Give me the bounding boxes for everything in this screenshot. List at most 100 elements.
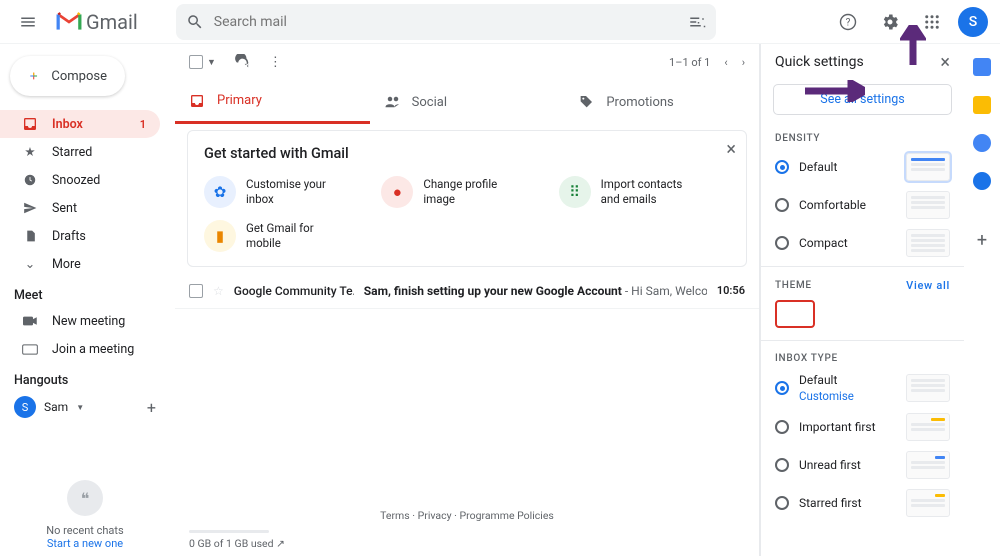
header-actions: ? S (832, 6, 988, 38)
tab-social[interactable]: Social (370, 80, 565, 124)
select-dropdown-icon[interactable]: ▼ (207, 57, 216, 68)
inbox-type-important[interactable]: Important first (761, 408, 964, 446)
density-thumb (906, 229, 950, 257)
sidebar-item-sent[interactable]: Sent (0, 194, 160, 222)
email-subject: Sam, finish setting up your new Google A… (364, 284, 707, 298)
people-icon (384, 95, 400, 109)
inbox-type-heading: INBOX TYPE (761, 345, 964, 368)
footer: Terms · Privacy · Programme Policies 0 G… (175, 509, 759, 550)
density-default[interactable]: Default (761, 148, 964, 186)
gear-icon: ✿ (204, 176, 236, 208)
storage-bar (189, 530, 269, 533)
radio-icon (775, 160, 789, 174)
email-sender: Google Community Te. (234, 284, 354, 298)
tune-icon[interactable] (688, 13, 706, 31)
email-row[interactable]: ☆ Google Community Te. Sam, finish setti… (175, 273, 759, 309)
clock-icon (22, 173, 38, 187)
star-button[interactable]: ☆ (213, 284, 224, 298)
refresh-button[interactable] (234, 54, 251, 71)
close-settings-button[interactable]: × (940, 52, 950, 73)
phone-icon: ▮ (204, 220, 236, 252)
tab-promotions[interactable]: Promotions (564, 80, 759, 124)
hangout-user[interactable]: S Sam▼ + (0, 392, 170, 422)
search-bar[interactable] (176, 4, 716, 40)
radio-icon (775, 496, 789, 510)
email-checkbox[interactable] (189, 284, 203, 298)
category-tabs: Primary Social Promotions (175, 80, 759, 124)
contacts-icon[interactable] (973, 172, 991, 190)
sidebar: Compose Inbox 1 ★Starred Snoozed Sent Dr… (0, 44, 170, 556)
account-avatar[interactable]: S (958, 7, 988, 37)
density-thumb (906, 153, 950, 181)
sidebar-item-more[interactable]: ⌄More (0, 250, 160, 278)
side-panel: + (964, 44, 1000, 556)
sidebar-item-drafts[interactable]: Drafts (0, 222, 160, 250)
keep-icon[interactable] (973, 96, 991, 114)
main: ▼ ⋮ 1–1 of 1 ‹ › Primary Social Promotio… (175, 44, 760, 556)
sidebar-item-inbox[interactable]: Inbox 1 (0, 110, 160, 138)
settings-button[interactable] (874, 6, 906, 38)
header: Gmail ? S (0, 0, 1000, 44)
user-avatar-icon: S (14, 396, 36, 418)
start-chat-link[interactable]: Start a new one (0, 537, 170, 550)
inbox-thumb (906, 413, 950, 441)
menu-button[interactable] (12, 6, 44, 38)
sidebar-label: Inbox (52, 117, 83, 132)
density-comfortable[interactable]: Comfortable (761, 186, 964, 224)
see-all-settings-button[interactable]: See all settings (773, 84, 952, 115)
select-all-checkbox[interactable] (189, 55, 203, 69)
onboarding-card: Get started with Gmail × ✿Customise your… (187, 130, 747, 267)
theme-view-all[interactable]: View all (906, 279, 950, 292)
inbox-thumb (906, 451, 950, 479)
card-title: Get started with Gmail (204, 145, 730, 162)
customise-link[interactable]: Customise (799, 389, 854, 403)
sidebar-item-starred[interactable]: ★Starred (0, 138, 160, 166)
prev-page-button[interactable]: ‹ (724, 56, 727, 69)
star-icon: ★ (22, 144, 38, 160)
radio-icon (775, 236, 789, 250)
person-icon: ● (381, 176, 413, 208)
next-page-button[interactable]: › (742, 56, 745, 69)
inbox-icon (189, 93, 205, 109)
theme-heading: THEME (775, 280, 812, 291)
card-profile-image[interactable]: ●Change profileimage (381, 176, 552, 208)
card-close-button[interactable]: × (726, 139, 736, 160)
inbox-type-unread[interactable]: Unread first (761, 446, 964, 484)
new-meeting[interactable]: New meeting (0, 307, 160, 335)
help-button[interactable]: ? (832, 6, 864, 38)
inbox-type-default[interactable]: DefaultCustomise (761, 368, 964, 408)
svg-text:?: ? (846, 17, 851, 28)
card-mobile[interactable]: ▮Get Gmail formobile (204, 220, 378, 252)
sidebar-item-snoozed[interactable]: Snoozed (0, 166, 160, 194)
hangout-empty-state: ❝ No recent chats Start a new one (0, 480, 170, 550)
card-customise-inbox[interactable]: ✿Customise yourinbox (204, 176, 375, 208)
compose-button[interactable]: Compose (10, 56, 125, 96)
tab-primary[interactable]: Primary (175, 80, 370, 124)
file-icon (22, 229, 38, 243)
card-import-contacts[interactable]: ⠿Import contactsand emails (559, 176, 730, 208)
search-input[interactable] (214, 14, 678, 30)
inbox-thumb (906, 489, 950, 517)
more-button[interactable]: ⋮ (269, 55, 282, 70)
inbox-type-starred[interactable]: Starred first (761, 484, 964, 522)
storage-text: 0 GB of 1 GB used (189, 537, 274, 550)
chevron-down-icon: ⌄ (22, 256, 38, 272)
join-meeting[interactable]: Join a meeting (0, 335, 160, 363)
external-link-icon[interactable]: ↗ (276, 537, 285, 550)
new-chat-button[interactable]: + (147, 398, 156, 417)
density-heading: DENSITY (761, 125, 964, 148)
send-icon (22, 201, 38, 215)
search-icon (186, 13, 204, 31)
add-panel-button[interactable]: + (977, 230, 987, 251)
video-icon (22, 315, 38, 327)
footer-links[interactable]: Terms · Privacy · Programme Policies (175, 509, 759, 522)
density-compact[interactable]: Compact (761, 224, 964, 262)
user-name: Sam (44, 400, 68, 414)
inbox-icon (22, 116, 38, 132)
apps-button[interactable] (916, 6, 948, 38)
calendar-icon[interactable] (973, 58, 991, 76)
gmail-logo: Gmail (56, 10, 138, 34)
meet-heading: Meet (0, 278, 170, 307)
theme-default-thumb[interactable] (775, 300, 815, 328)
tasks-icon[interactable] (973, 134, 991, 152)
